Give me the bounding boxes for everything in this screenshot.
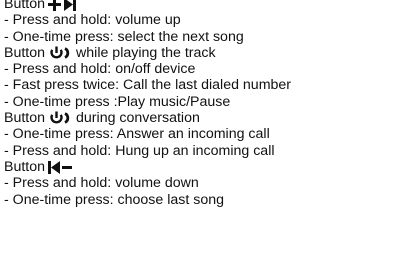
section-context: while playing the track: [76, 44, 216, 61]
instruction-line: - Fast press twice: Call the last dialed…: [4, 77, 292, 94]
power-icon: [48, 46, 72, 60]
instruction-line: - Press and hold: volume down: [4, 175, 199, 192]
section-heading-plus-next: Button: [4, 0, 394, 12]
section-context: during conversation: [76, 110, 200, 127]
button-label: Button: [4, 44, 46, 61]
power-icon: [48, 111, 72, 125]
section-heading-power-conversation: Button during conversation: [4, 110, 394, 126]
instructions-document: Button - Press and hold: volume up - One…: [4, 0, 394, 208]
instruction-line: - One-time press: Answer an incoming cal…: [4, 126, 270, 143]
button-label: Button: [4, 0, 46, 12]
instruction-line: - Press and hold: on/off device: [4, 61, 196, 78]
instruction-line: - One-time press: select the next song: [4, 28, 244, 45]
instruction-line: - One-time press :Play music/Pause: [4, 93, 231, 110]
section-heading-power-playing: Button while playing the track: [4, 45, 394, 61]
button-label: Button: [4, 110, 46, 127]
previous-track-minus-icon: [48, 160, 75, 174]
instruction-line: - Press and hold: volume up: [4, 12, 181, 29]
instruction-line: - Press and hold: Hung up an incoming ca…: [4, 142, 275, 159]
section-heading-prev-minus: Button: [4, 159, 394, 175]
instruction-line: - One-time press: choose last song: [4, 191, 225, 208]
plus-next-track-icon: [48, 0, 78, 11]
button-label: Button: [4, 158, 46, 175]
